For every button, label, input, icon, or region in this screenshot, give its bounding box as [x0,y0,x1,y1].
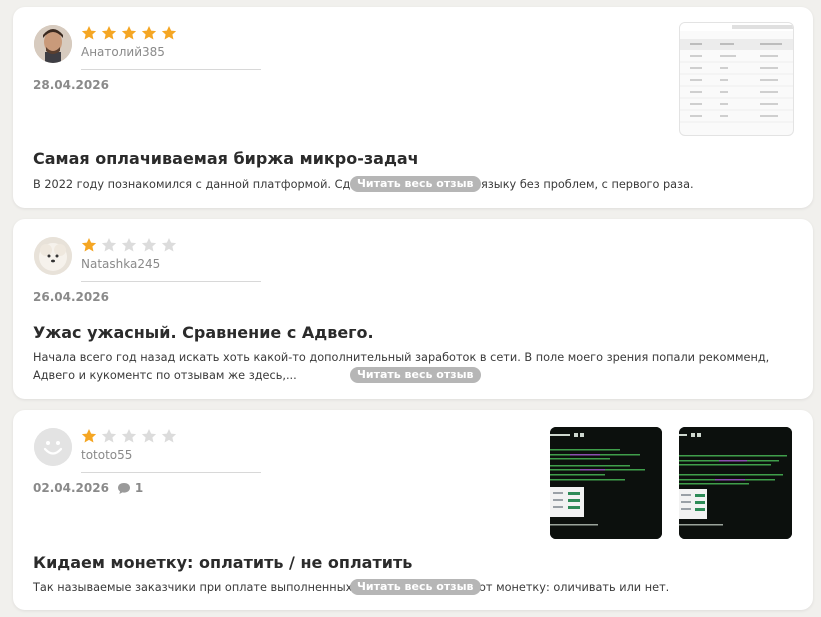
divider [81,472,261,473]
star-empty-icon [101,238,117,252]
read-full-review-button[interactable]: Читать весь отзыв [350,579,481,595]
review-meta: 28.04.2026 [33,78,109,92]
comments-count[interactable]: 1 [117,481,143,495]
review-title[interactable]: Самая оплачиваемая биржа микро-задач [33,149,419,168]
star-filled-icon [121,26,137,40]
star-empty-icon [141,238,157,252]
star-empty-icon [161,238,177,252]
rating-stars [81,428,177,444]
star-empty-icon [161,429,177,443]
comments-count-value: 1 [134,481,144,495]
review-date: 28.04.2026 [33,78,109,92]
review-meta: 26.04.2026 [33,290,109,304]
attachment-thumbnail[interactable] [679,427,792,539]
review-title[interactable]: Ужас ужасный. Сравнение с Адвего. [33,323,374,342]
star-empty-icon [101,429,117,443]
star-filled-icon [81,429,97,443]
avatar[interactable] [34,25,72,63]
review-date: 02.04.2026 [33,481,109,495]
terminal-screenshot-icon [679,427,792,539]
attachment-thumbnail[interactable] [550,427,662,539]
table-screenshot-icon [680,23,793,123]
terminal-screenshot-icon [550,427,662,539]
default-avatar-smiley-icon [34,428,72,466]
rating-stars [81,237,177,253]
snippet-text: В 2022 году познакомился с данной платфо… [33,178,358,191]
review-card: Natashka245 26.04.2026 Ужас ужасный. Сра… [13,219,813,399]
author-name[interactable]: Анатолий385 [81,45,165,59]
star-empty-icon [121,238,137,252]
star-filled-icon [81,26,97,40]
divider [81,69,261,70]
star-filled-icon [141,26,157,40]
author-name[interactable]: Natashka245 [81,257,160,271]
review-meta: 02.04.2026 1 [33,481,143,495]
review-date: 26.04.2026 [33,290,109,304]
author-name[interactable]: tototo55 [81,448,132,462]
star-filled-icon [81,238,97,252]
avatar[interactable] [34,428,72,466]
divider [81,281,261,282]
snippet-text-tail: языку без проблем, с первого раза. [481,178,694,191]
star-empty-icon [141,429,157,443]
user-photo-icon [34,237,72,275]
avatar[interactable] [34,237,72,275]
attachment-thumbnail[interactable] [679,22,794,136]
read-full-review-button[interactable]: Читать весь отзыв [350,367,481,383]
star-empty-icon [121,429,137,443]
review-title[interactable]: Кидаем монетку: оплатить / не оплатить [33,553,412,572]
review-card: Анатолий385 28.04.2026 Самая оплачиваема… [13,7,813,208]
star-filled-icon [161,26,177,40]
rating-stars [81,25,177,41]
snippet-text: Так называемые заказчики при оплате выпо… [33,581,353,594]
star-filled-icon [101,26,117,40]
snippet-text-tail: от монетку: оличивать или нет. [479,581,670,594]
read-full-review-button[interactable]: Читать весь отзыв [350,176,481,192]
comment-icon [117,482,130,494]
review-card: tototo55 02.04.2026 1 Кидаем монетку: оп… [13,410,813,610]
user-photo-icon [34,25,72,63]
